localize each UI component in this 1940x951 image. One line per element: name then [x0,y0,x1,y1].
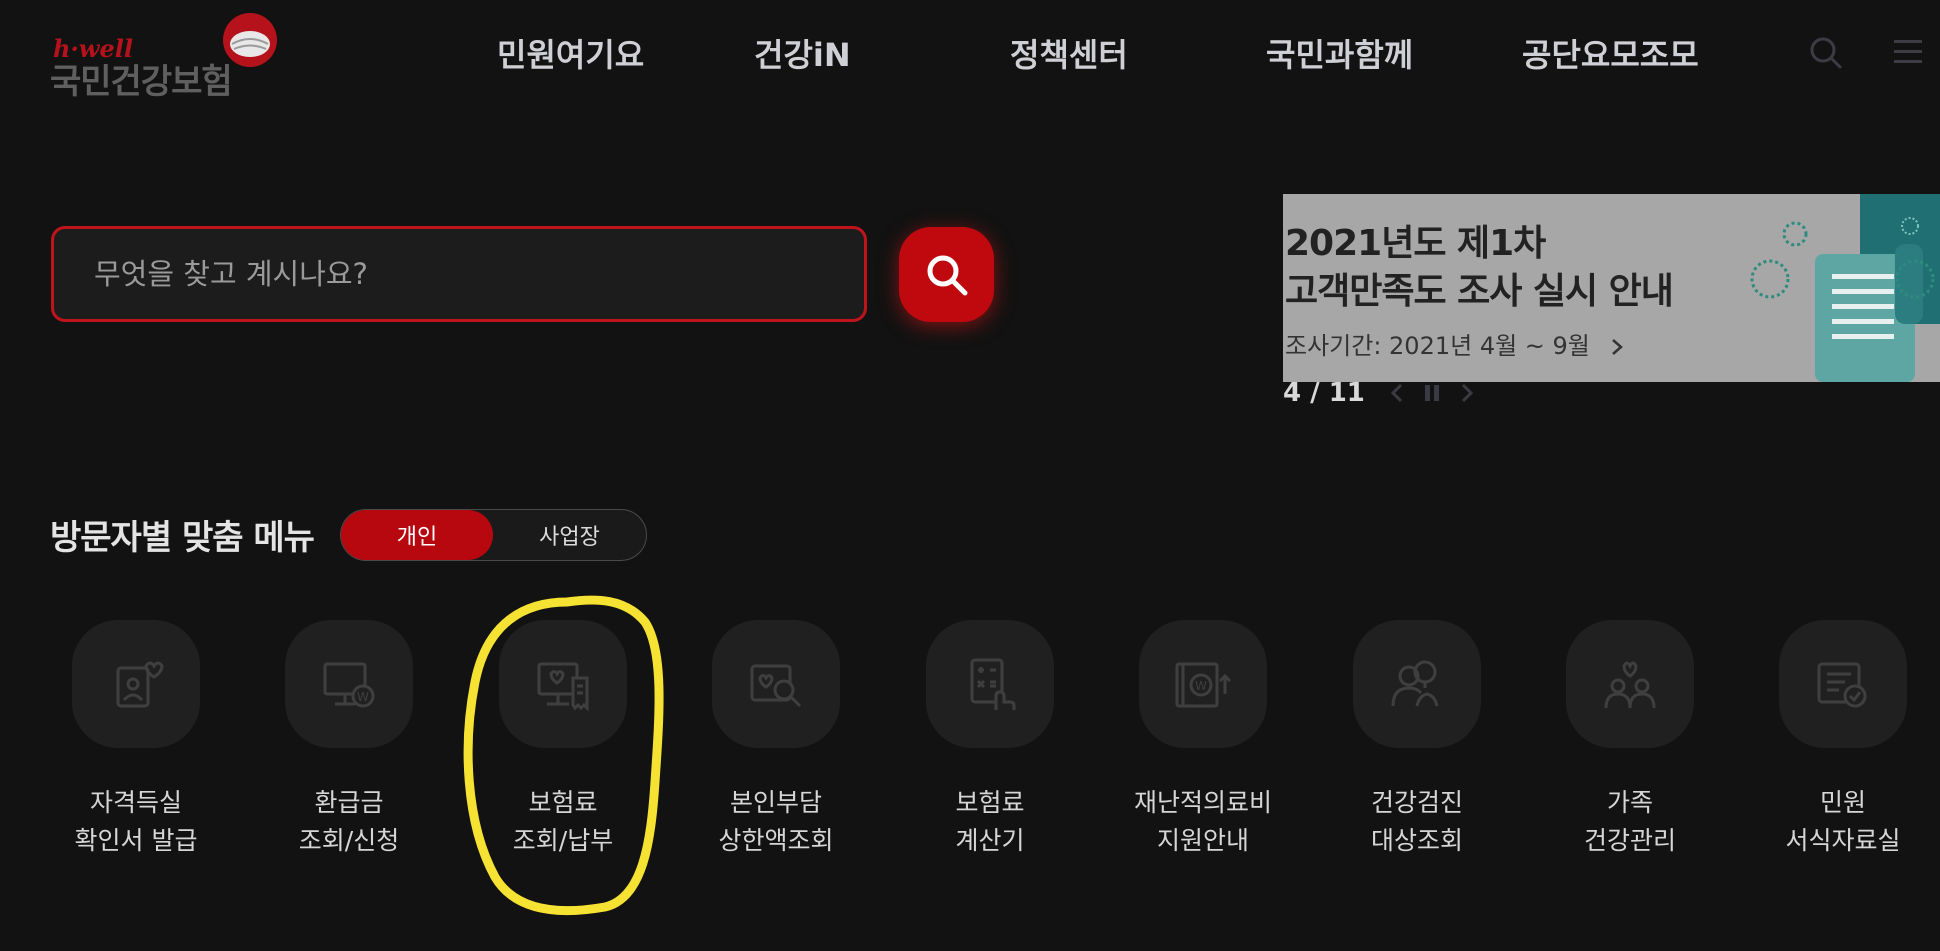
qm-label-line1: 자격득실 [89,788,182,817]
qm-label: 가족 건강관리 [1530,784,1730,860]
survey-illustration-icon [1750,194,1940,382]
global-nav: 민원여기요 건강iN 정책센터 국민과함께 공단요모조모 [0,0,1940,110]
search-button[interactable] [899,227,994,322]
qm-icon-box: W [1139,620,1267,748]
qm-label-line2: 상한액조회 [718,826,834,855]
banner-subtitle: 조사기간: 2021년 4월 ~ 9월 [1285,326,1626,361]
qm-label: 민원 서식자료실 [1743,784,1940,860]
qm-label-line2: 대상조회 [1370,826,1463,855]
qm-icon-box [1779,620,1907,748]
gnb-item-civil[interactable]: 민원여기요 [497,30,644,76]
banner-title-line1: 2021년도 제1차 [1285,223,1546,264]
qm-label-line1: 건강검진 [1370,788,1463,817]
calculator-icon [970,658,1016,710]
chevron-left-icon[interactable] [1389,381,1405,405]
search-input[interactable] [94,251,814,297]
qm-label-line2: 서식자료실 [1785,826,1901,855]
pause-icon[interactable] [1423,382,1441,404]
qm-label-line1: 보험료 [528,788,598,817]
qm-icon-box [72,620,200,748]
qm-label-line2: 지원안내 [1156,826,1249,855]
toggle-individual[interactable]: 개인 [341,510,493,560]
banner-pager-count: 4 / 11 [1283,378,1365,408]
qm-label-line2: 계산기 [955,826,1025,855]
qm-label: 보험료 조회/납부 [463,784,663,860]
gnb-item-policy[interactable]: 정책센터 [1010,30,1128,76]
chevron-right-icon[interactable] [1459,381,1475,405]
gnb-item-together[interactable]: 국민과함께 [1266,30,1413,76]
search-box [51,226,867,322]
qm-icon-box: W [285,620,413,748]
qm-label-line2: 건강관리 [1583,826,1676,855]
monitor-won-icon: W [323,662,375,708]
qm-label-line1: 환급금 [314,788,384,817]
qm-label-line2: 조회/신청 [298,826,400,855]
svg-text:W: W [1195,679,1207,693]
gnb-item-health-in[interactable]: 건강iN [754,30,851,76]
visitor-type-toggle: 개인 사업장 [340,509,647,561]
promo-banner[interactable]: 2021년도 제1차 고객만족도 조사 실시 안내 조사기간: 2021년 4월… [1283,194,1940,382]
qm-icon-box [1353,620,1481,748]
toggle-business[interactable]: 사업장 [493,510,646,560]
qm-label-line2: 확인서 발급 [74,826,198,855]
svg-text:W: W [357,690,369,704]
search-icon[interactable] [1809,36,1843,70]
document-check-icon [1817,662,1867,708]
person-search-icon [1391,660,1439,707]
qm-label-line1: 가족 [1606,788,1653,817]
book-won-icon: W [1175,662,1232,708]
qm-label: 건강검진 대상조회 [1317,784,1517,860]
banner-subtitle-text: 조사기간: 2021년 4월 ~ 9월 [1285,332,1590,360]
qm-label-line1: 민원 [1819,788,1866,817]
banner-title-line2: 고객만족도 조사 실시 안내 [1285,271,1674,312]
qm-icon-box [1566,620,1694,748]
gnb-item-about[interactable]: 공단요모조모 [1522,30,1699,76]
qm-icon-box [926,620,1054,748]
qm-label: 자격득실 확인서 발급 [36,784,236,860]
search-icon [927,255,967,295]
family-heart-icon [1604,661,1656,709]
banner-pager: 4 / 11 [1283,378,1475,408]
document-heart-icon [116,661,164,708]
hamburger-menu-icon[interactable] [1892,38,1924,66]
qm-label-line2: 조회/납부 [512,826,614,855]
qm-label-line1: 보험료 [955,788,1025,817]
qm-icon-box [712,620,840,748]
qm-label-line1: 재난적의료비 [1133,788,1272,817]
chevron-right-icon [1611,339,1623,355]
qm-label: 재난적의료비 지원안내 [1103,784,1303,860]
qm-label-line1: 본인부담 [729,788,822,817]
visitor-menu-title: 방문자별 맞춤 메뉴 [50,518,315,558]
qm-icon-box [499,620,627,748]
search-heart-icon [750,664,802,708]
qm-label: 보험료 계산기 [890,784,1090,860]
banner-title: 2021년도 제1차 고객만족도 조사 실시 안내 [1285,220,1674,316]
monitor-receipt-icon [537,662,589,712]
qm-label: 환급금 조회/신청 [249,784,449,860]
qm-label: 본인부담 상한액조회 [676,784,876,860]
